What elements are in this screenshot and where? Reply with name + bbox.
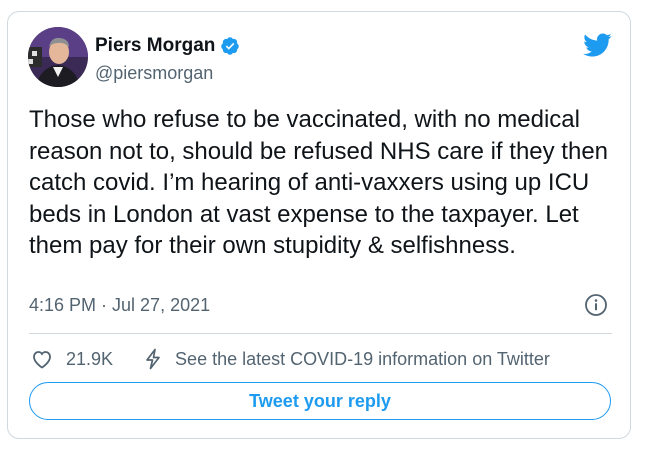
avatar[interactable] — [28, 27, 88, 87]
tweet-card: Piers Morgan @piersmorgan Those who refu… — [7, 11, 631, 439]
covid-info-link[interactable]: See the latest COVID-19 information on T… — [175, 349, 550, 370]
author-name[interactable]: Piers Morgan — [95, 35, 215, 57]
heart-icon[interactable] — [30, 347, 54, 371]
tweet-reply-button[interactable]: Tweet your reply — [29, 382, 611, 420]
twitter-bird-icon[interactable] — [582, 30, 612, 60]
author-handle[interactable]: @piersmorgan — [95, 63, 213, 84]
divider — [29, 333, 612, 334]
lightning-icon — [141, 347, 165, 371]
tweet-text: Those who refuse to be vaccinated, with … — [29, 106, 609, 259]
tweet-timestamp[interactable]: 4:16 PM · Jul 27, 2021 — [29, 295, 210, 316]
action-bar: 21.9K See the latest COVID-19 informatio… — [30, 345, 612, 373]
like-count[interactable]: 21.9K — [66, 349, 113, 370]
verified-badge-icon — [220, 36, 240, 56]
info-icon[interactable] — [584, 293, 608, 317]
